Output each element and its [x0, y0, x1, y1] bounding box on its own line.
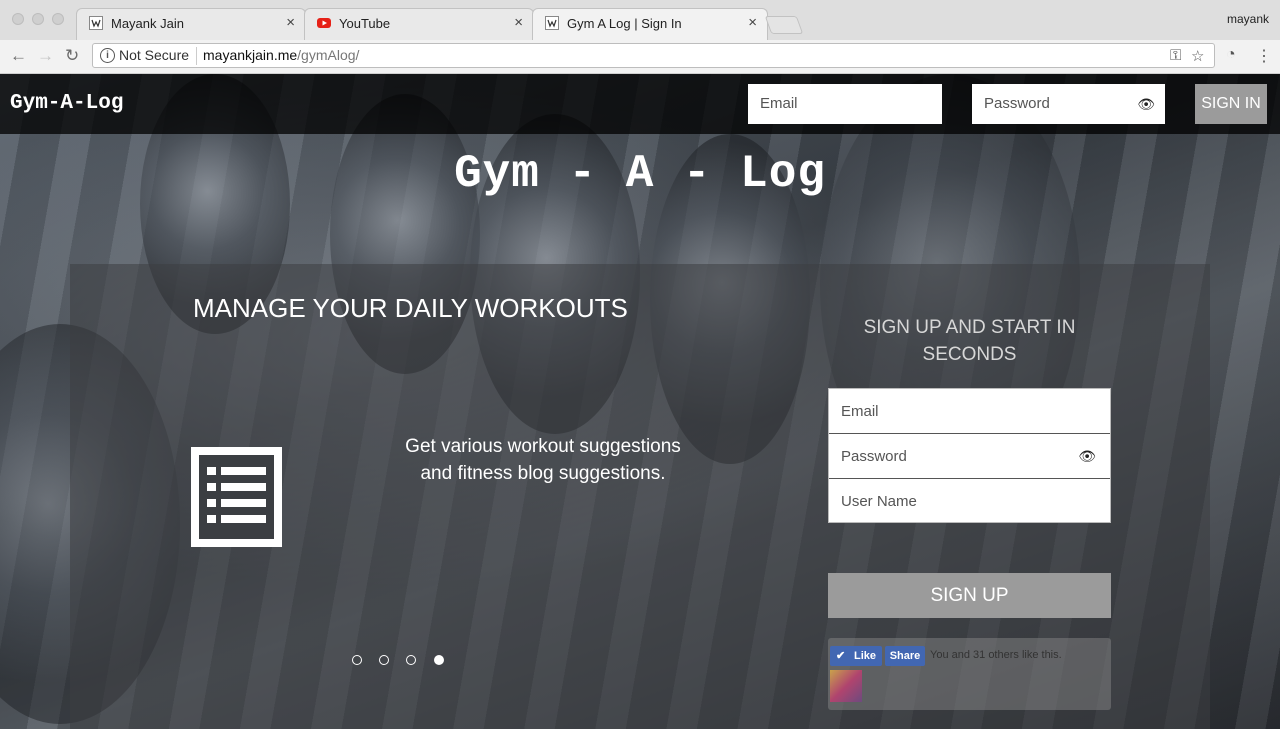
signup-email-input[interactable]: Email [829, 389, 1110, 434]
tab-youtube[interactable]: YouTube × [304, 8, 534, 40]
carousel-indicator-active[interactable] [434, 655, 444, 665]
close-tab-icon[interactable]: × [748, 14, 757, 31]
site-favicon-icon [89, 16, 103, 30]
facebook-like-widget: ✔ Like Share You and 31 others like this… [828, 638, 1111, 710]
site-favicon-icon [545, 16, 559, 30]
browser-toolbar: ← → ↻ i Not Secure mayankjain.me/gymAlog… [0, 40, 1280, 74]
sign-up-button[interactable]: SIGN UP [828, 573, 1111, 618]
facebook-social-text: You and 31 others like this. [930, 649, 1062, 661]
hero-title: Gym - A - Log [454, 148, 826, 200]
facebook-share-button[interactable]: Share [885, 646, 925, 666]
carousel-heading: MANAGE YOUR DAILY WORKOUTS [193, 293, 628, 323]
eye-icon[interactable]: 👁 [1078, 434, 1096, 479]
address-bar[interactable]: i Not Secure mayankjain.me/gymAlog/ ⚿ ☆ [92, 43, 1215, 68]
facebook-like-button[interactable]: ✔ Like [830, 646, 882, 666]
checkmark-icon: ✔ [836, 650, 846, 662]
youtube-icon [317, 18, 331, 28]
avatar[interactable] [830, 670, 862, 702]
top-navbar: Gym-A-Log Email Password 👁 SIGN IN [0, 74, 1280, 134]
bookmark-star-icon[interactable]: ☆ [1191, 47, 1204, 65]
url-host: mayankjain.me [203, 47, 298, 63]
brand-logo[interactable]: Gym-A-Log [10, 92, 123, 115]
signup-form: Email Password 👁 User Name [828, 388, 1111, 523]
tab-title: YouTube [339, 16, 391, 31]
signup-heading: SIGN UP AND START IN SECONDS [863, 317, 1076, 365]
browser-tab-bar: Mayank Jain × YouTube × Gym A Log | Sign… [0, 0, 1280, 41]
page-content: Gym-A-Log Email Password 👁 SIGN IN Gym -… [0, 74, 1280, 729]
tab-mayank-jain[interactable]: Mayank Jain × [76, 8, 306, 40]
password-placeholder: Password [841, 448, 907, 465]
like-label: Like [854, 650, 877, 662]
tab-title: Gym A Log | Sign In [567, 16, 682, 31]
url-text[interactable]: mayankjain.me/gymAlog/ [203, 47, 359, 63]
signup-username-input[interactable]: User Name [829, 479, 1110, 524]
sign-in-button[interactable]: SIGN IN [1195, 84, 1267, 124]
eye-icon[interactable]: 👁 [1137, 84, 1155, 124]
carousel-text: Get various workout suggestions and fitn… [405, 436, 681, 484]
divider [196, 47, 197, 65]
tab-title: Mayank Jain [111, 16, 184, 31]
carousel-indicator[interactable] [352, 655, 362, 665]
password-placeholder: Password [984, 95, 1050, 112]
key-icon[interactable]: ⚿ [1170, 47, 1181, 64]
carousel-indicator[interactable] [406, 655, 416, 665]
back-arrow-icon[interactable]: ← [10, 46, 27, 66]
nav-password-input[interactable]: Password 👁 [972, 84, 1165, 124]
menu-dots-icon[interactable]: ⋮ [1256, 46, 1272, 66]
carousel-indicator[interactable] [379, 655, 389, 665]
new-tab-button[interactable] [764, 16, 804, 34]
nav-email-input[interactable]: Email [748, 84, 942, 124]
reload-icon[interactable]: ↻ [65, 46, 79, 66]
forward-arrow-icon[interactable]: → [37, 46, 54, 66]
close-window-button[interactable] [12, 13, 24, 25]
close-tab-icon[interactable]: × [286, 14, 295, 31]
list-icon [191, 447, 282, 547]
zoom-window-button[interactable] [52, 13, 64, 25]
security-label[interactable]: Not Secure [119, 47, 189, 63]
url-path: /gymAlog/ [297, 47, 360, 63]
tab-gym-a-log[interactable]: Gym A Log | Sign In × [532, 8, 768, 41]
close-tab-icon[interactable]: × [514, 14, 523, 31]
signup-password-input[interactable]: Password 👁 [829, 434, 1110, 479]
speed-gauge-icon[interactable]: ◔ [1226, 46, 1236, 64]
profile-name[interactable]: mayank [1227, 12, 1269, 26]
info-icon[interactable]: i [100, 48, 115, 63]
minimize-window-button[interactable] [32, 13, 44, 25]
